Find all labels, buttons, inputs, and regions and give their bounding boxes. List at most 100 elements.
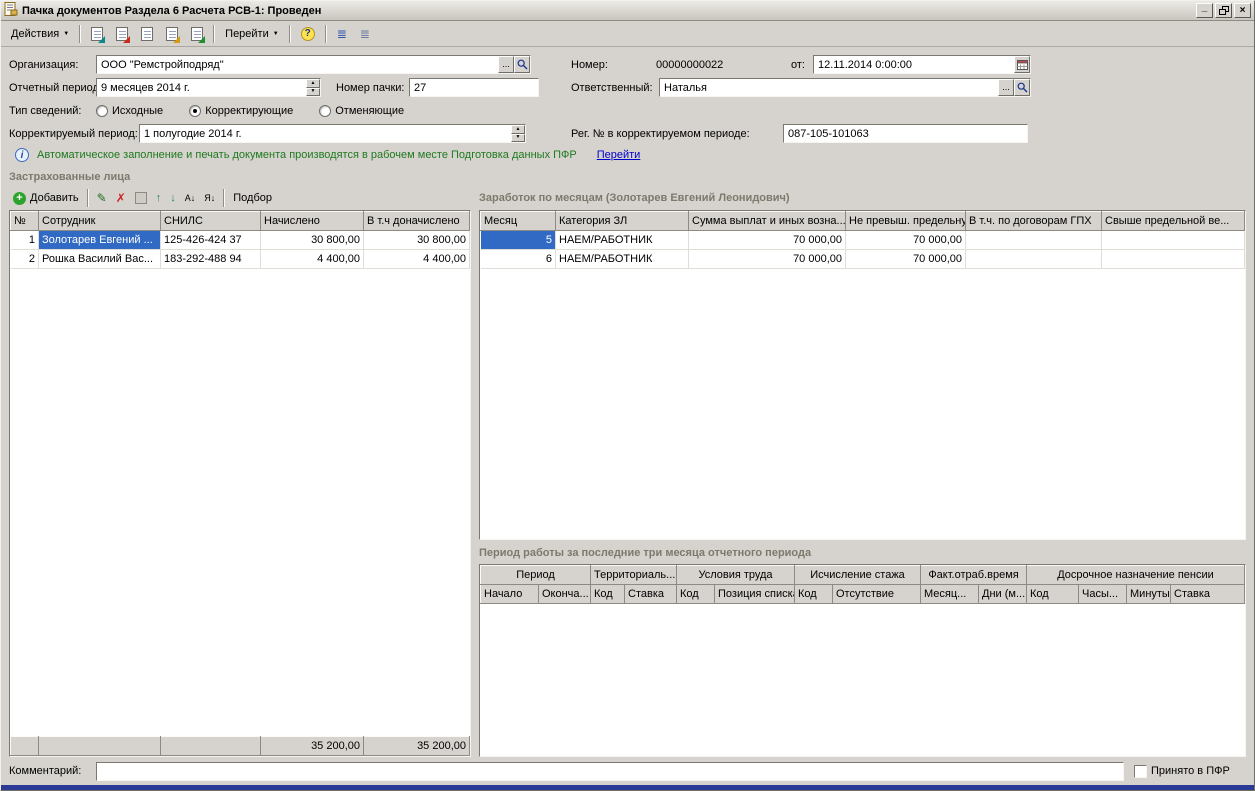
form-header: Организация: ООО "Ремстройподряд" ... Но… <box>1 47 1254 167</box>
cell-num[interactable]: 1 <box>11 231 39 250</box>
group-seniority: Исчисление стажа <box>795 566 921 585</box>
cell-month[interactable]: 5 <box>481 231 556 250</box>
ellipsis-button[interactable]: ... <box>998 79 1014 96</box>
reread-button[interactable] <box>135 23 159 44</box>
main-toolbar: Действия ▼ Перейти ▼ ? ≣ ≣ <box>1 21 1254 47</box>
edit-button[interactable]: ✎ <box>93 188 111 208</box>
cell-month[interactable]: 6 <box>481 250 556 269</box>
structure-button[interactable]: ≣ <box>331 23 353 44</box>
search-button[interactable] <box>514 56 530 73</box>
table-row[interactable]: 1 Золотарев Евгений ... 125-426-424 37 3… <box>11 231 470 250</box>
window-title: Пачка документов Раздела 6 Расчета РСВ-1… <box>22 5 1192 17</box>
cell-over[interactable] <box>1102 231 1245 250</box>
organization-field[interactable]: ООО "Ремстройподряд" ... <box>96 55 531 74</box>
table-row[interactable]: 5 НАЕМ/РАБОТНИК 70 000,00 70 000,00 <box>481 231 1245 250</box>
earnings-table-area[interactable]: Месяц Категория ЗЛ Сумма выплат и иных в… <box>480 211 1245 539</box>
goto-link[interactable]: Перейти <box>597 149 641 161</box>
radio-ishodnye[interactable]: Исходные <box>96 105 163 117</box>
cell-accrued[interactable]: 4 400,00 <box>261 250 364 269</box>
actions-label: Действия <box>11 28 59 40</box>
ellipsis-button[interactable]: ... <box>498 56 514 73</box>
add-button[interactable]: + Добавить <box>9 188 83 208</box>
minimize-icon: _ <box>1202 3 1208 13</box>
radio-korrektiruyushchie[interactable]: Корректирующие <box>189 105 293 117</box>
toolbar-separator <box>213 25 215 43</box>
corr-period-field[interactable]: 1 полугодие 2014 г. ▲▼ <box>139 124 526 143</box>
insured-toolbar: + Добавить ✎ ✗ ↑ ↓ А↓ Я↓ Подбор <box>9 186 471 210</box>
document-window: Пачка документов Раздела 6 Расчета РСВ-1… <box>0 0 1255 791</box>
minimize-button[interactable]: _ <box>1196 3 1213 18</box>
pack-number-field[interactable]: 27 <box>409 78 539 97</box>
cell-not-exceeding[interactable]: 70 000,00 <box>846 250 966 269</box>
document-icon <box>141 27 153 41</box>
cell-employee[interactable]: Золотарев Евгений ... <box>39 231 161 250</box>
post-button[interactable] <box>110 23 134 44</box>
cell-snils[interactable]: 125-426-424 37 <box>161 231 261 250</box>
cell-not-exceeding[interactable]: 70 000,00 <box>846 231 966 250</box>
actions-menu-button[interactable]: Действия ▼ <box>5 23 75 44</box>
cell-sum[interactable]: 70 000,00 <box>689 231 846 250</box>
bottom-edge-strip <box>1 785 1254 790</box>
report-period-field[interactable]: 9 месяцев 2014 г. ▲▼ <box>96 78 321 97</box>
number-value[interactable]: 00000000022 <box>656 59 791 71</box>
help-button[interactable]: ? <box>295 23 321 44</box>
spin-down-icon[interactable]: ▼ <box>306 88 320 97</box>
totals-empty-cell <box>161 737 261 756</box>
radio-otmenyayushchie[interactable]: Отменяющие <box>319 105 404 117</box>
pick-button[interactable]: Подбор <box>229 188 276 208</box>
responsible-field[interactable]: Наталья ... <box>659 78 1031 97</box>
spin-up-icon[interactable]: ▲ <box>511 125 525 134</box>
group-period: Период <box>481 566 591 585</box>
cell-employee[interactable]: Рошка Василий Вас... <box>39 250 161 269</box>
cell-snils[interactable]: 183-292-488 94 <box>161 250 261 269</box>
copy-row-button[interactable] <box>131 188 151 208</box>
cell-over[interactable] <box>1102 250 1245 269</box>
reg-number-field[interactable]: 087-105-101063 <box>783 124 1028 143</box>
unpost-button[interactable] <box>185 23 209 44</box>
cell-gph[interactable] <box>966 231 1102 250</box>
col-minutes: Минуты <box>1127 585 1171 604</box>
restore-button[interactable] <box>1215 3 1232 18</box>
calendar-button[interactable] <box>1014 56 1030 73</box>
sort-desc-button[interactable]: Я↓ <box>200 188 219 208</box>
move-up-button[interactable]: ↑ <box>152 188 166 208</box>
date-field[interactable]: 12.11.2014 0:00:00 <box>813 55 1031 74</box>
spin-up-icon[interactable]: ▲ <box>306 79 320 88</box>
accepted-pfr-checkbox[interactable]: Принято в ПФР <box>1134 765 1246 778</box>
col-header-gph: В т.ч. по договорам ГПХ <box>966 212 1102 231</box>
cell-accrued[interactable]: 30 800,00 <box>261 231 364 250</box>
cell-category[interactable]: НАЕМ/РАБОТНИК <box>556 250 689 269</box>
work-period-table-area[interactable]: Период Территориаль... Условия труда Исч… <box>480 565 1245 756</box>
radio-circle-icon <box>96 105 108 117</box>
comment-field[interactable] <box>96 762 1124 781</box>
col-days: Дни (м... <box>979 585 1027 604</box>
copy-document-button[interactable] <box>160 23 184 44</box>
write-button[interactable] <box>85 23 109 44</box>
delete-button[interactable]: ✗ <box>112 188 130 208</box>
insured-totals-row: 35 200,00 35 200,00 <box>10 736 470 756</box>
period-stepper[interactable]: ▲▼ <box>306 79 320 96</box>
col-header-num: № <box>11 212 39 231</box>
col-header-month: Месяц <box>481 212 556 231</box>
table-row[interactable]: 6 НАЕМ/РАБОТНИК 70 000,00 70 000,00 <box>481 250 1245 269</box>
add-label: Добавить <box>30 192 79 204</box>
table-row[interactable]: 2 Рошка Василий Вас... 183-292-488 94 4 … <box>11 250 470 269</box>
close-button[interactable]: × <box>1234 3 1251 18</box>
related-documents-button[interactable]: ≣ <box>354 23 376 44</box>
cell-category[interactable]: НАЕМ/РАБОТНИК <box>556 231 689 250</box>
goto-menu-button[interactable]: Перейти ▼ <box>219 23 285 44</box>
cell-gph[interactable] <box>966 250 1102 269</box>
cell-sum[interactable]: 70 000,00 <box>689 250 846 269</box>
spin-down-icon[interactable]: ▼ <box>511 134 525 143</box>
corr-period-stepper[interactable]: ▲▼ <box>511 125 525 142</box>
search-button[interactable] <box>1014 79 1030 96</box>
work-period-caption: Период работы за последние три месяца от… <box>479 547 1246 562</box>
totals-empty-cell <box>11 737 39 756</box>
radio-label: Отменяющие <box>335 105 404 117</box>
sort-asc-button[interactable]: А↓ <box>181 188 200 208</box>
move-down-button[interactable]: ↓ <box>166 188 180 208</box>
cell-num[interactable]: 2 <box>11 250 39 269</box>
insured-table-area[interactable]: № Сотрудник СНИЛС Начислено В т.ч доначи… <box>10 211 470 736</box>
cell-extra[interactable]: 30 800,00 <box>364 231 470 250</box>
cell-extra[interactable]: 4 400,00 <box>364 250 470 269</box>
